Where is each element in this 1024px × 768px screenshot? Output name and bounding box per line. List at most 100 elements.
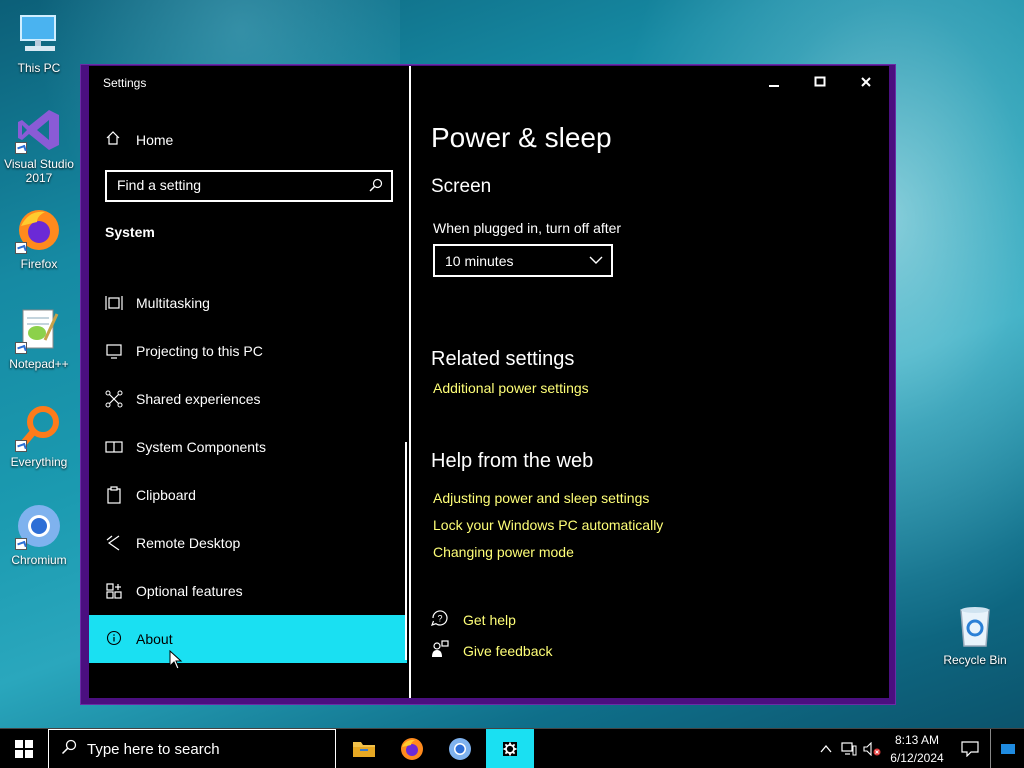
desktop-icon-label: Chromium (11, 553, 67, 567)
settings-window: Settings Home Find a setting System Mult… (80, 64, 896, 705)
sidebar-item-label: About (136, 631, 173, 647)
sidebar-item-remote-desktop[interactable]: Remote Desktop (89, 519, 409, 567)
start-button[interactable] (0, 729, 48, 768)
taskbar-clock[interactable]: 8:13 AM 6/12/2024 (886, 731, 948, 767)
action-center-button[interactable] (952, 729, 988, 768)
sidebar-item-projecting[interactable]: Projecting to this PC (89, 327, 409, 375)
volume-tray-icon[interactable] (861, 729, 883, 768)
desktop-icon-notepadpp[interactable]: Notepad++ (1, 306, 77, 371)
sidebar-item-label: Remote Desktop (136, 535, 241, 551)
settings-sidebar: Settings Home Find a setting System Mult… (89, 66, 409, 698)
mouse-cursor-icon (169, 650, 183, 670)
page-title: Power & sleep (431, 122, 612, 153)
search-icon (61, 739, 77, 759)
sidebar-item-system-components[interactable]: System Components (89, 423, 409, 471)
find-setting-input[interactable]: Find a setting (105, 170, 393, 202)
desktop-icon-visual-studio[interactable]: Visual Studio 2017 (1, 106, 77, 185)
desktop-icon-label: Firefox (20, 257, 58, 271)
recycle-bin-icon (951, 602, 999, 650)
home-icon (105, 130, 121, 149)
sidebar-item-about[interactable]: About (89, 615, 407, 663)
sidebar-item-optional-features[interactable]: Optional features (89, 567, 409, 615)
find-setting-placeholder: Find a setting (117, 177, 202, 193)
visual-studio-icon (15, 106, 63, 154)
system-components-icon (105, 438, 123, 456)
give-feedback-link[interactable]: Give feedback (431, 640, 553, 661)
shortcut-arrow-icon (15, 242, 27, 254)
taskbar-search-box[interactable]: Type here to search (48, 729, 336, 768)
notification-icon (961, 741, 979, 757)
sidebar-item-label: System Components (136, 439, 266, 455)
svg-text:?: ? (438, 614, 443, 624)
desktop-icon-label: Visual Studio 2017 (4, 157, 74, 185)
network-tray-icon[interactable] (838, 729, 860, 768)
chromium-icon (15, 502, 63, 550)
get-help-label: Get help (463, 611, 516, 628)
taskbar-settings[interactable] (486, 729, 534, 768)
windows-logo-icon (15, 740, 33, 758)
desktop-icon-label: Notepad++ (9, 357, 69, 371)
desktop-icon-label: This PC (17, 61, 61, 75)
desktop-icon-firefox[interactable]: Firefox (1, 206, 77, 271)
sidebar-home[interactable]: Home (105, 130, 173, 149)
taskbar: Type here to search 8:13 AM 6/12/2024 (0, 728, 1024, 768)
sidebar-item-shared-experiences[interactable]: Shared experiences (89, 375, 409, 423)
chromium-icon (449, 738, 471, 760)
chevron-up-icon (820, 744, 832, 753)
taskbar-firefox[interactable] (388, 729, 436, 768)
sidebar-item-label: Shared experiences (136, 391, 261, 407)
desktop-icon-everything[interactable]: Everything (1, 404, 77, 469)
sidebar-item-label: Optional features (136, 583, 243, 599)
shortcut-arrow-icon (15, 538, 27, 550)
help-link-power-sleep[interactable]: Adjusting power and sleep settings (433, 490, 649, 506)
plugged-in-value: 10 minutes (445, 253, 514, 269)
sidebar-section-title: System (105, 224, 155, 240)
desktop-icon-recycle-bin[interactable]: Recycle Bin (937, 602, 1013, 667)
clock-date: 6/12/2024 (890, 751, 944, 765)
chevron-down-icon (589, 253, 603, 270)
desktop-icon-label: Recycle Bin (943, 653, 1007, 667)
multitasking-icon (105, 294, 123, 312)
info-icon (105, 630, 123, 648)
help-link-power-mode[interactable]: Changing power mode (433, 544, 574, 560)
folder-icon (353, 742, 375, 757)
help-from-web-heading: Help from the web (431, 450, 594, 472)
plugged-in-label: When plugged in, turn off after (433, 220, 622, 236)
additional-power-settings-link[interactable]: Additional power settings (433, 380, 589, 396)
related-settings-heading: Related settings (431, 348, 575, 370)
sidebar-item-label: Multitasking (136, 295, 210, 311)
feedback-icon (431, 640, 451, 661)
get-help-link[interactable]: ? Get help (431, 609, 516, 630)
desktop-icon-this-pc[interactable]: This PC (1, 10, 77, 75)
show-hidden-icons-button[interactable] (815, 729, 837, 768)
desktop-icon-label: Everything (10, 455, 68, 469)
firefox-icon (15, 206, 63, 254)
plugged-in-dropdown[interactable]: 10 minutes (433, 244, 613, 277)
give-feedback-label: Give feedback (463, 642, 553, 659)
volume-muted-icon (863, 742, 881, 756)
sidebar-item-clipboard[interactable]: Clipboard (89, 471, 409, 519)
search-icon (369, 178, 383, 195)
pane-divider (409, 66, 411, 698)
taskbar-chromium[interactable] (436, 729, 484, 768)
gear-icon (503, 742, 517, 756)
optional-features-icon (105, 582, 123, 600)
projecting-icon (105, 342, 123, 360)
everything-icon (15, 404, 63, 452)
taskbar-file-explorer[interactable] (340, 729, 388, 768)
sidebar-item-label: Projecting to this PC (136, 343, 263, 359)
shortcut-arrow-icon (15, 142, 27, 154)
desktop-preview-icon (1000, 744, 1015, 754)
network-icon (841, 742, 857, 756)
sidebar-scrollbar[interactable] (405, 442, 407, 660)
sidebar-item-multitasking[interactable]: Multitasking (89, 279, 409, 327)
sidebar-home-label: Home (136, 131, 174, 148)
show-desktop-button[interactable] (990, 729, 1024, 768)
settings-content: Power & sleep Screen When plugged in, tu… (431, 66, 881, 698)
settings-window-body: Settings Home Find a setting System Mult… (89, 66, 889, 698)
shortcut-arrow-icon (15, 440, 27, 452)
remote-desktop-icon (105, 534, 123, 552)
desktop-icon-chromium[interactable]: Chromium (1, 502, 77, 567)
clock-time: 8:13 AM (894, 733, 940, 747)
help-link-lock-pc[interactable]: Lock your Windows PC automatically (433, 517, 663, 533)
